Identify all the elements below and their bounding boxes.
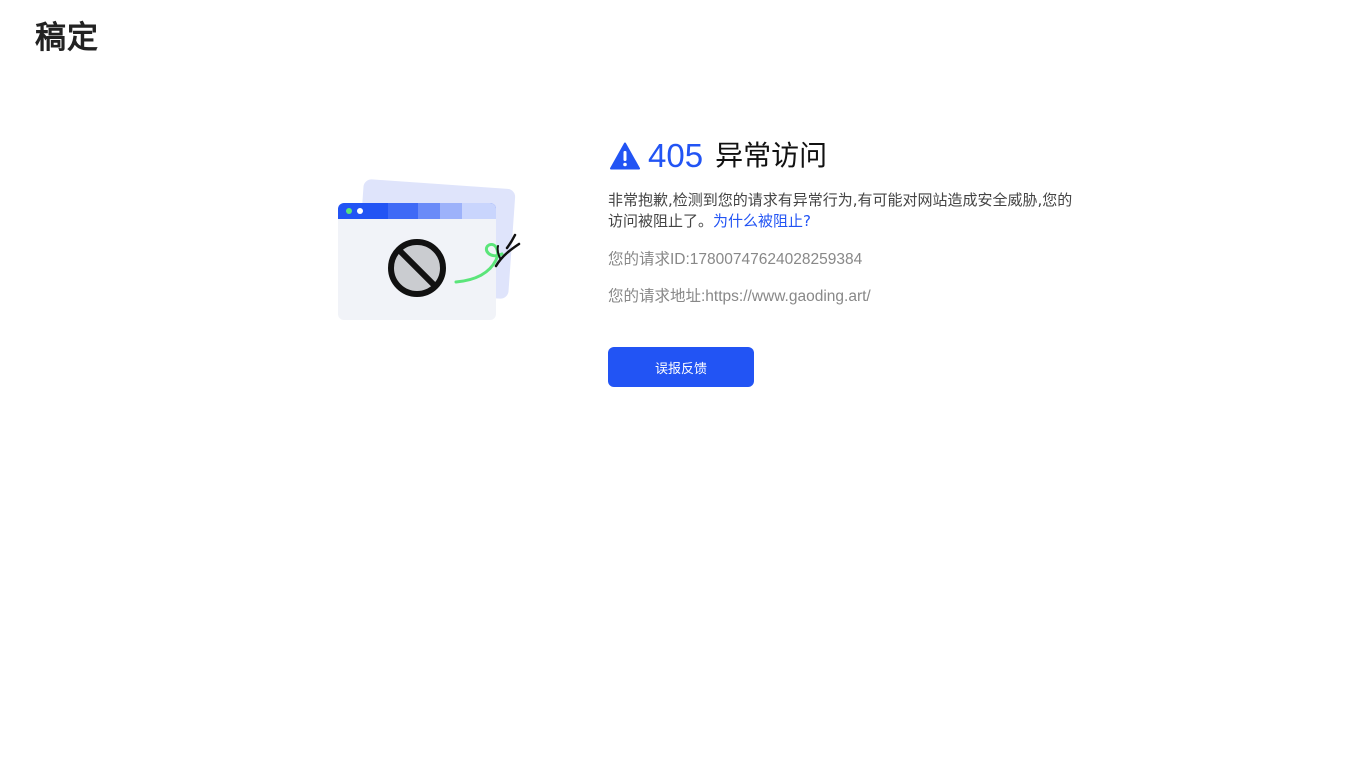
error-title: 异常访问 (715, 139, 828, 172)
error-title-row: 405 异常访问 (610, 134, 1128, 178)
blocked-browser-illustration (330, 176, 530, 326)
error-content: 405 异常访问 非常抱歉,检测到您的请求有异常行为,有可能对网站造成安全威胁,… (608, 134, 1128, 387)
error-description-block: 非常抱歉,检测到您的请求有异常行为,有可能对网站造成安全威胁,您的访问被阻止了。… (608, 190, 1078, 232)
error-description: 非常抱歉,检测到您的请求有异常行为,有可能对网站造成安全威胁,您的访问被阻止了。 (608, 191, 1073, 230)
logo[interactable]: 稿定 (35, 18, 99, 58)
error-code: 405 (648, 137, 704, 174)
request-id: 您的请求ID:17800747624028259384 (608, 251, 863, 268)
why-blocked-link[interactable]: 为什么被阻止? (713, 212, 811, 230)
request-url: 您的请求地址:https://www.gaoding.art/ (608, 288, 871, 305)
warning-triangle-icon (610, 142, 640, 170)
blocked-browser-icon (338, 179, 521, 320)
feedback-button[interactable]: 误报反馈 (608, 347, 754, 387)
